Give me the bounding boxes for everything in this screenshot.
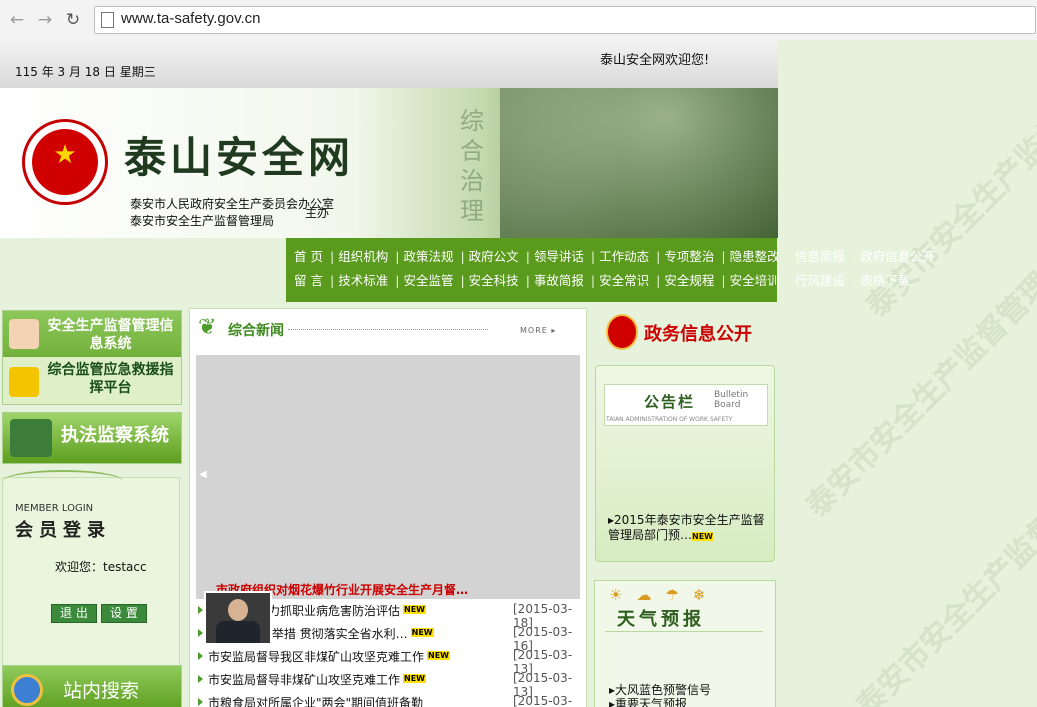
- nav-item[interactable]: 工作动态: [599, 249, 649, 264]
- nav-item[interactable]: 政府公文: [469, 249, 519, 264]
- banner-slogan: 综合治理: [460, 107, 484, 225]
- weather-item[interactable]: ▸重要天气预报: [609, 695, 687, 707]
- nav-item[interactable]: 隐患整改: [730, 249, 780, 264]
- nav-item[interactable]: 信息简报: [795, 249, 845, 264]
- list-item[interactable]: 市安监局督导非煤矿山攻坚克难工作 NEW [2015-03-13]: [196, 668, 586, 699]
- nav-item[interactable]: 安全监管: [403, 273, 453, 288]
- list-item[interactable]: 市安监局督导我区非煤矿山攻坚克难工作 NEW [2015-03-13]: [196, 645, 586, 676]
- nav-item[interactable]: 安全常识: [599, 273, 649, 288]
- settings-button[interactable]: 设 置: [101, 604, 147, 623]
- site-name: 泰山安全网: [124, 133, 355, 182]
- bulletin-en-3: TAIAN ADMINISTRATION OF WORK SAFETY: [606, 416, 733, 423]
- nav-row-2: 留 言 | 技术标准 | 安全监管 | 安全科技 | 事故简报 | 安全常识 | 安全规程 | 安全培训 | 行…: [294, 273, 911, 288]
- emblem-icon: ★: [22, 119, 108, 205]
- nav-item[interactable]: 政策法规: [403, 249, 453, 264]
- nav-item[interactable]: 事故简报: [534, 273, 584, 288]
- weather-panel: ☀☁☂❄ 天气预报 ▸大风蓝色预警信号 ▸重要天气预报: [594, 580, 776, 707]
- watermark: 泰安市安全生产监督管理局 泰安市安全生产监督管理局 泰安市安全生产监督管理局: [799, 44, 1037, 707]
- nav-item[interactable]: 行风建设: [795, 273, 845, 288]
- temple-image: [500, 88, 778, 238]
- nav-item[interactable]: 专项整治: [664, 249, 714, 264]
- nav-item[interactable]: 留 言: [294, 273, 323, 288]
- news-title: 综合新闻: [228, 323, 284, 339]
- emergency-platform-link[interactable]: 综合监管应急救援指挥平台: [43, 361, 178, 397]
- host-line-1: 泰安市人民政府安全生产委员会办公室: [130, 197, 335, 211]
- chart-icon: [10, 419, 52, 457]
- weather-icons: ☀☁☂❄: [609, 586, 720, 604]
- welcome-text: 泰山安全网欢迎您!: [600, 53, 710, 68]
- leaf-icon: ❦: [198, 315, 217, 340]
- nav-item[interactable]: 政府信息公开: [860, 249, 935, 264]
- nav-item[interactable]: 安全科技: [469, 273, 519, 288]
- magnifier-icon: [11, 674, 43, 706]
- bulletin-en-2: Board: [714, 400, 741, 410]
- nav-item[interactable]: 技术标准: [338, 273, 388, 288]
- nav-item[interactable]: 安全规程: [664, 273, 714, 288]
- login-subtitle: MEMBER LOGIN: [15, 503, 94, 514]
- prev-slide-icon[interactable]: ◀: [199, 469, 207, 480]
- url-text[interactable]: www.ta-safety.gov.cn: [121, 10, 261, 27]
- divider: [288, 329, 488, 330]
- gov-info-link[interactable]: 政务信息公开: [598, 312, 776, 354]
- emblem-icon: [606, 314, 638, 350]
- more-link[interactable]: MORE ▸: [520, 326, 556, 335]
- nav-item[interactable]: 首 页: [294, 249, 323, 264]
- warning-icon: [9, 367, 39, 397]
- list-item[interactable]: 市粮食局对所属企业"两会"期间值班备勤[2015-03-10]: [196, 691, 586, 707]
- address-bar[interactable]: www.ta-safety.gov.cn: [94, 6, 1036, 34]
- host-suffix: 主办: [305, 206, 330, 220]
- safety-info-system-link[interactable]: 安全生产监督管理信息系统: [43, 317, 178, 353]
- weather-title: 天气预报: [617, 609, 705, 630]
- enforcement-system-link[interactable]: 执法监察系统: [2, 412, 182, 464]
- forward-icon[interactable]: →: [34, 9, 56, 31]
- bulletin-en-1: Bulletin: [714, 390, 749, 400]
- news-panel: ❦ 综合新闻 MORE ▸ ◀ 市政府组织对烟花爆竹行业开展安全生产月督… 多措…: [189, 308, 587, 707]
- page-icon: [101, 12, 114, 28]
- system-links: 安全生产监督管理信息系统 综合监管应急救援指挥平台: [2, 310, 182, 405]
- current-date: 115 年 3 月 18 日 星期三: [15, 65, 156, 79]
- host-line-2: 泰安市安全生产监督管理局: [130, 214, 275, 228]
- enforcement-label: 执法监察系统: [61, 425, 169, 446]
- nav-item[interactable]: 安全培训: [730, 273, 780, 288]
- nav-row-1: 首 页 | 组织机构 | 政策法规 | 政府公文 | 领导讲话 | 工作动态 | 专项整治 | 隐患整改 | 信…: [294, 249, 936, 264]
- logout-button[interactable]: 退 出: [51, 604, 97, 623]
- main-nav: 首 页 | 组织机构 | 政策法规 | 政府公文 | 领导讲话 | 工作动态 | 专项整治 | 隐患整改 | 信…: [286, 238, 935, 302]
- back-icon[interactable]: ←: [6, 9, 28, 31]
- nav-item[interactable]: 表格下载: [860, 273, 910, 288]
- login-user: 欢迎您：testacc: [55, 560, 147, 574]
- top-bar: 115 年 3 月 18 日 星期三 泰山安全网欢迎您!: [0, 40, 778, 88]
- bulletin-board: 公告栏 Bulletin Board TAIAN ADMINISTRATION …: [595, 365, 775, 562]
- page: 泰安市安全生产监督管理局 泰安市安全生产监督管理局 泰安市安全生产监督管理局 1…: [0, 40, 1037, 707]
- news-thumbnail[interactable]: [204, 591, 272, 645]
- member-login-panel: MEMBER LOGIN 会员登录 欢迎您：testacc 退 出 设 置: [2, 470, 180, 672]
- site-banner: ★ 泰山安全网 泰安市人民政府安全生产委员会办公室 泰安市安全生产监督管理局 主…: [0, 88, 778, 238]
- site-search-link[interactable]: 站内搜索: [2, 665, 182, 707]
- nav-item[interactable]: 领导讲话: [534, 249, 584, 264]
- nav-item[interactable]: 组织机构: [338, 249, 388, 264]
- phone-icon: [9, 319, 39, 349]
- search-label: 站内搜索: [63, 680, 140, 702]
- bulletin-title: 公告栏: [644, 393, 696, 411]
- reload-icon[interactable]: ↻: [62, 9, 84, 31]
- vine-decoration: [3, 470, 123, 492]
- news-slideshow[interactable]: ◀: [196, 355, 580, 599]
- gov-info-label: 政务信息公开: [644, 324, 752, 345]
- bulletin-item[interactable]: ▸2015年泰安市安全生产监督管理局部门预…NEW: [608, 513, 768, 544]
- browser-toolbar: ← → ↻ www.ta-safety.gov.cn: [0, 0, 1037, 41]
- login-title: 会员登录: [15, 520, 111, 541]
